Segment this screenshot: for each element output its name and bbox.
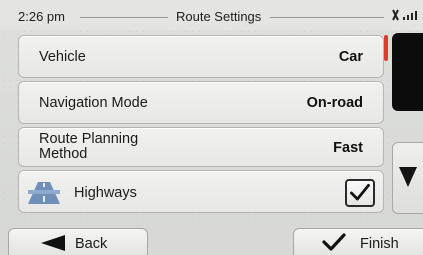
highways-setting-row[interactable]: Highways	[18, 170, 384, 213]
navigation-mode-value: On-road	[306, 95, 363, 111]
checkmark-icon	[350, 183, 370, 201]
route-planning-method-label: Route Planning Method	[39, 132, 179, 162]
scroll-position-indicator	[384, 35, 388, 61]
back-button[interactable]: Back	[8, 228, 148, 255]
vehicle-label: Vehicle	[39, 49, 86, 65]
vehicle-setting-row[interactable]: Vehicle Car	[18, 35, 384, 78]
scroll-down-button[interactable]	[392, 142, 423, 214]
scroll-down-arrow-icon	[399, 167, 417, 187]
vehicle-value: Car	[338, 49, 363, 65]
navigation-mode-label: Navigation Mode	[39, 95, 148, 111]
gps-signal-icon	[392, 9, 417, 21]
status-bar: 2:26 pm Route Settings	[0, 0, 423, 30]
back-label: Back	[75, 236, 108, 252]
highways-label: Highways	[74, 185, 137, 201]
route-planning-method-setting-row[interactable]: Route Planning Method Fast	[18, 127, 384, 167]
finish-label: Finish	[360, 236, 399, 252]
title-divider-left	[80, 17, 168, 18]
navigation-mode-setting-row[interactable]: Navigation Mode On-road	[18, 81, 384, 124]
finish-check-icon	[322, 233, 346, 251]
route-planning-label-line1: Route Planning	[39, 131, 139, 147]
route-settings-screen: 2:26 pm Route Settings Vehicle Car Navig…	[0, 0, 423, 255]
highways-checkbox[interactable]	[345, 179, 375, 207]
scroll-up-button[interactable]	[392, 33, 423, 111]
route-planning-method-value: Fast	[333, 140, 363, 156]
page-title: Route Settings	[176, 9, 262, 24]
title-divider-right	[270, 17, 384, 18]
finish-button[interactable]: Finish	[293, 228, 423, 255]
highway-icon	[28, 182, 60, 204]
back-arrow-icon	[41, 235, 65, 251]
clock: 2:26 pm	[18, 9, 65, 24]
route-planning-label-line2: Method	[39, 146, 88, 162]
